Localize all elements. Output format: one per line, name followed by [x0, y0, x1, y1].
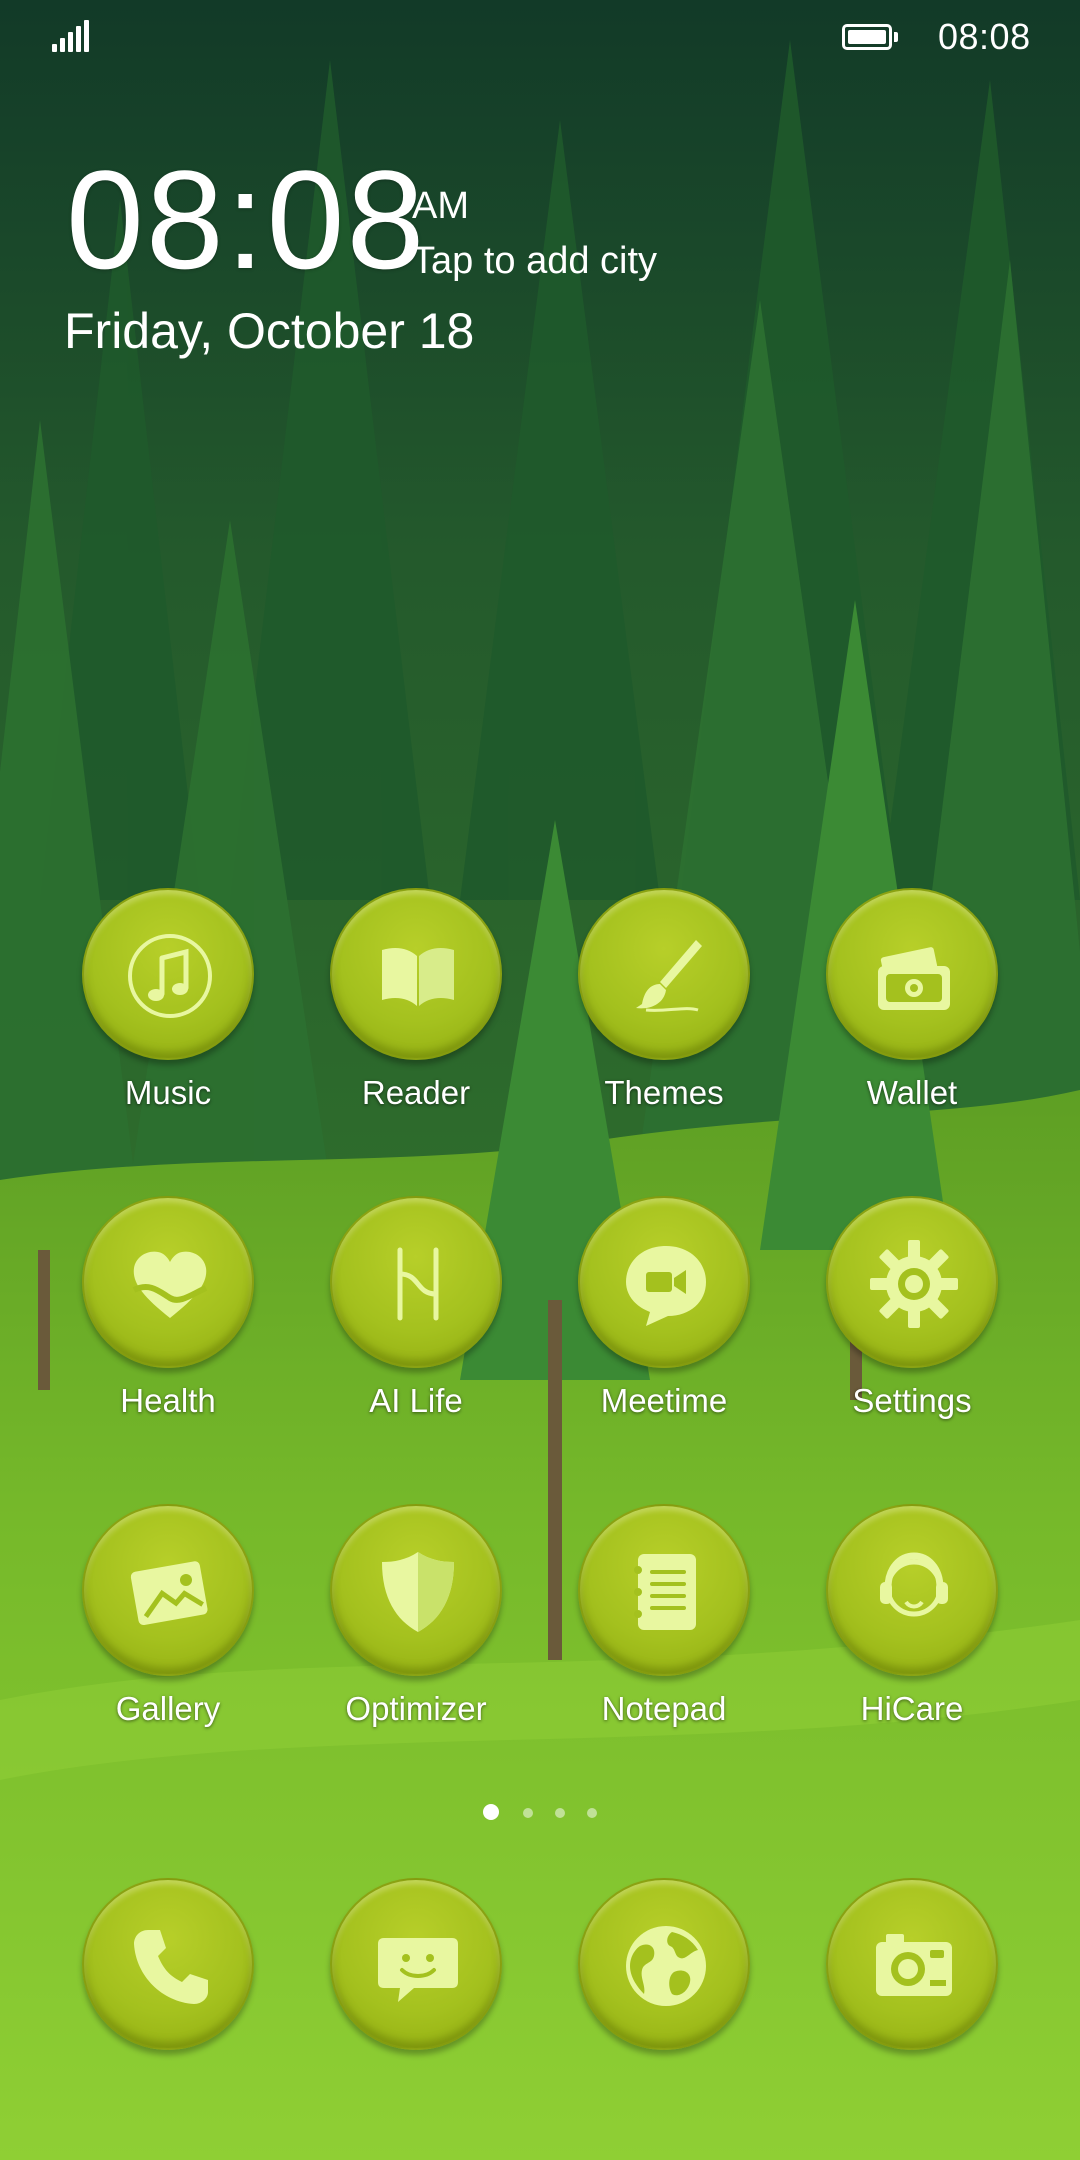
- ai-life-icon[interactable]: [330, 1196, 502, 1368]
- page-dot: [587, 1808, 597, 1818]
- shield-icon[interactable]: [330, 1504, 502, 1676]
- app-ai-life[interactable]: AI Life: [292, 1196, 540, 1436]
- app-label: Music: [124, 1074, 212, 1111]
- app-label: Optimizer: [345, 1690, 487, 1727]
- dock-messages[interactable]: [292, 1878, 540, 2118]
- app-reader[interactable]: Reader: [292, 888, 540, 1128]
- battery-icon: [842, 24, 898, 50]
- browser-globe-icon[interactable]: [578, 1878, 750, 2050]
- app-settings[interactable]: Settings: [788, 1196, 1036, 1436]
- app-notepad[interactable]: Notepad: [540, 1504, 788, 1744]
- photo-icon[interactable]: [82, 1504, 254, 1676]
- notepad-icon[interactable]: [578, 1504, 750, 1676]
- app-hicare[interactable]: HiCare: [788, 1504, 1036, 1744]
- app-health[interactable]: Health: [44, 1196, 292, 1436]
- dock-camera[interactable]: [788, 1878, 1036, 2118]
- app-label: Wallet: [866, 1074, 958, 1111]
- app-gallery[interactable]: Gallery: [44, 1504, 292, 1744]
- clock-date[interactable]: Friday, October 18: [64, 302, 474, 360]
- heart-icon[interactable]: [82, 1196, 254, 1368]
- app-optimizer[interactable]: Optimizer: [292, 1504, 540, 1744]
- status-bar: 08:08: [0, 0, 1080, 70]
- app-wallet[interactable]: Wallet: [788, 888, 1036, 1128]
- video-chat-icon[interactable]: [578, 1196, 750, 1368]
- camera-icon[interactable]: [826, 1878, 998, 2050]
- status-time: 08:08: [938, 16, 1031, 57]
- app-meetime[interactable]: Meetime: [540, 1196, 788, 1436]
- music-note-icon[interactable]: [82, 888, 254, 1060]
- signal-icon: [52, 20, 92, 52]
- book-icon[interactable]: [330, 888, 502, 1060]
- app-music[interactable]: Music: [44, 888, 292, 1128]
- clock-time[interactable]: 08:08: [66, 150, 426, 290]
- page-dot: [523, 1808, 533, 1818]
- dock-browser[interactable]: [540, 1878, 788, 2118]
- page-dot: [555, 1808, 565, 1818]
- app-label: Reader: [361, 1074, 471, 1111]
- app-themes[interactable]: Themes: [540, 888, 788, 1128]
- app-label: Gallery: [115, 1690, 221, 1727]
- headset-icon[interactable]: [826, 1504, 998, 1676]
- app-label: AI Life: [369, 1382, 463, 1419]
- clock-ampm: AM: [412, 185, 469, 227]
- dock-phone[interactable]: [44, 1878, 292, 2118]
- wallet-icon[interactable]: [826, 888, 998, 1060]
- gear-icon[interactable]: [826, 1196, 998, 1368]
- app-label: Settings: [852, 1382, 972, 1419]
- app-label: Notepad: [601, 1690, 727, 1727]
- app-label: Health: [120, 1382, 216, 1419]
- phone-icon[interactable]: [82, 1878, 254, 2050]
- app-label: HiCare: [860, 1690, 964, 1727]
- add-city-link[interactable]: Tap to add city: [412, 240, 657, 283]
- messages-icon[interactable]: [330, 1878, 502, 2050]
- paintbrush-icon[interactable]: [578, 888, 750, 1060]
- page-dot-active: [483, 1804, 499, 1820]
- app-label: Meetime: [600, 1382, 728, 1419]
- app-label: Themes: [604, 1074, 724, 1111]
